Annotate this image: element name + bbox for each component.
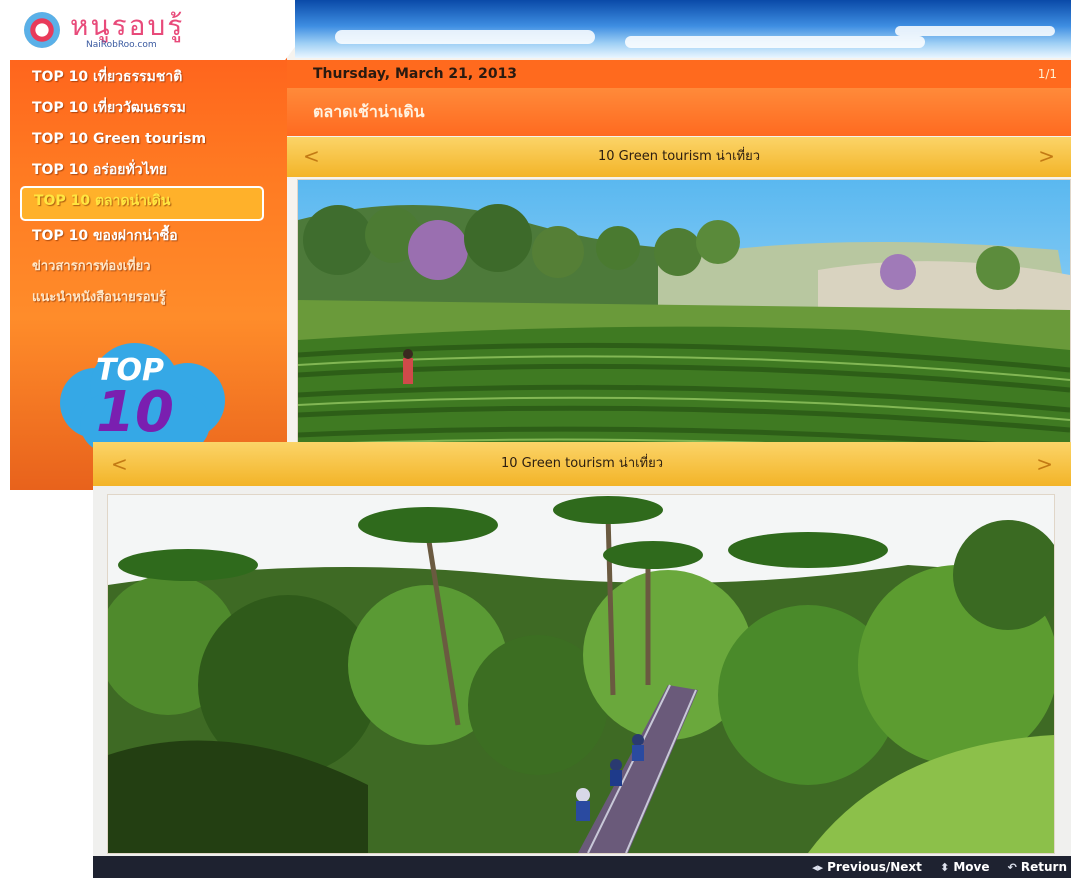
control-hints-bar: ◂▸ Previous/Next ⬍ Move ↶ Return [93, 856, 1071, 878]
up-down-arrows-icon: ⬍ [940, 861, 950, 874]
tv-screen-front: < 10 Green tourism น่าเที่ยว > ◂▸ Previo… [93, 442, 1071, 878]
header-banner [295, 0, 1071, 58]
logo-emblem-icon [24, 12, 60, 48]
next-arrow-icon[interactable]: > [1036, 442, 1053, 486]
hint-return: ↶ Return [1008, 860, 1067, 874]
date-bar: Thursday, March 21, 2013 1/1 [287, 60, 1071, 88]
hint-move-label: Move [953, 860, 990, 874]
sidebar-item-food[interactable]: TOP 10 อร่อยทั่วไทย [20, 155, 270, 186]
hint-return-label: Return [1020, 860, 1067, 874]
return-icon: ↶ [1007, 861, 1017, 874]
sidebar-item-souvenirs[interactable]: TOP 10 ของฝากน่าซื้อ [20, 221, 270, 252]
top10-badge: TOP 10 [50, 338, 230, 458]
current-date: Thursday, March 21, 2013 [313, 66, 518, 82]
palm-forest-photo [107, 494, 1055, 854]
gallery-caption: 10 Green tourism น่าเที่ยว [597, 149, 761, 164]
sidebar-item-news[interactable]: ข่าวสารการท่องเที่ยว [20, 252, 270, 283]
hint-prev-next-label: Previous/Next [827, 860, 922, 874]
tv-screen-back: TOP 10 เที่ยวธรรมชาติ TOP 10 เที่ยววัฒนธ… [10, 0, 1071, 490]
prev-arrow-icon[interactable]: < [111, 442, 128, 486]
sidebar-item-nature[interactable]: TOP 10 เที่ยวธรรมชาติ [20, 62, 270, 93]
sidebar-item-culture[interactable]: TOP 10 เที่ยววัฒนธรรม [20, 93, 270, 124]
control-hints: ◂▸ Previous/Next ⬍ Move ↶ Return [798, 856, 1067, 878]
gallery-caption-bar: < 10 Green tourism น่าเที่ยว > [287, 137, 1071, 177]
sidebar-menu: TOP 10 เที่ยวธรรมชาติ TOP 10 เที่ยววัฒนธ… [20, 62, 270, 314]
hint-prev-next: ◂▸ Previous/Next [812, 860, 922, 874]
logo-url: NaiRobRoo.com [86, 40, 157, 50]
next-arrow-icon[interactable]: > [1038, 137, 1055, 175]
sidebar-item-green-tourism[interactable]: TOP 10 Green tourism [20, 124, 270, 155]
page-title-bar: ตลาดเช้าน่าเดิน [287, 88, 1071, 136]
gallery-caption-bar-front: < 10 Green tourism น่าเที่ยว > [93, 442, 1071, 486]
page-title: ตลาดเช้าน่าเดิน [313, 102, 425, 121]
sidebar-item-books[interactable]: แนะนำหนังสือนายรอบรู้ [20, 283, 270, 314]
logo: หนูรอบรู้ NaiRobRoo.com [10, 0, 330, 60]
hint-move: ⬍ Move [940, 860, 989, 874]
page-indicator: 1/1 [1037, 67, 1057, 81]
sidebar: TOP 10 เที่ยวธรรมชาติ TOP 10 เที่ยววัฒนธ… [10, 0, 287, 490]
left-right-arrows-icon: ◂▸ [812, 861, 824, 874]
sidebar-item-markets[interactable]: TOP 10 ตลาดน่าเดิน [20, 186, 264, 221]
gallery-caption-front: 10 Green tourism น่าเที่ยว [500, 456, 664, 471]
prev-arrow-icon[interactable]: < [303, 137, 320, 175]
top10-number: 10 [96, 380, 174, 445]
palm-forest-image [108, 495, 1054, 853]
